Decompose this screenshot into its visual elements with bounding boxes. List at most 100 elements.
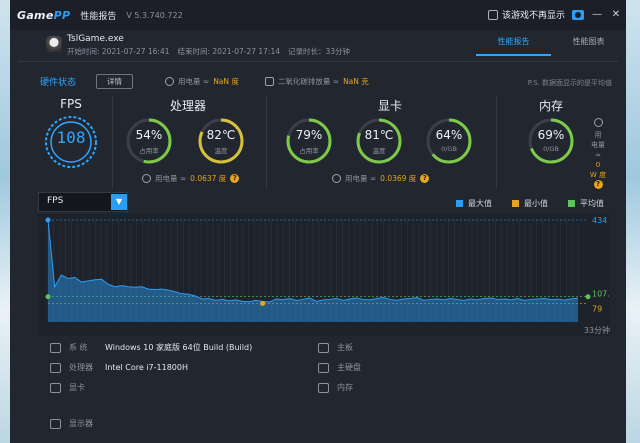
memory-power: 用 电量 ≈ 0 W 度 ? <box>586 118 610 189</box>
sys-gpu: 显卡 <box>50 382 105 393</box>
cpu-power-icon <box>142 174 151 183</box>
gpu-mem-value: 64% <box>435 128 463 142</box>
sys-ram: 内存 <box>318 382 373 393</box>
app-logo: GamePP <box>17 8 71 22</box>
game-icon <box>46 36 62 52</box>
legend-avg: 平均值 <box>568 198 604 209</box>
gpu-usage-ring: 79% 占用率 <box>284 116 334 166</box>
gpu-temp-label: 温度 <box>372 147 386 155</box>
separator-2 <box>266 96 267 188</box>
memory-power-icon <box>593 118 603 127</box>
version-label: V 5.3.740.722 <box>126 10 183 20</box>
end-time: 结束时间: 2021-07-27 17:14 <box>177 47 281 56</box>
hide-game-checkbox[interactable] <box>487 9 498 20</box>
sys-disk: 主硬盘 <box>318 362 373 373</box>
gpu-temp-value: 81℃ <box>364 128 394 142</box>
gpu-temp-ring: 81℃ 温度 <box>354 116 404 166</box>
gpu-title: 显卡 <box>377 99 402 113</box>
co2-emission: 二氧化碳排放量 ≈ NaN 克 <box>264 76 369 87</box>
cpu-usage-value: 54% <box>135 128 163 142</box>
legend-max: 最大值 <box>456 198 492 209</box>
session-times: 开始时间: 2021-07-27 16:41 结束时间: 2021-07-27 … <box>67 46 350 57</box>
cpu-icon <box>50 362 61 373</box>
fps-title: FPS <box>60 97 82 111</box>
gpu-power-value: 0.0369 度 <box>380 174 417 183</box>
cpu-value: Intel Core i7-11800H <box>105 363 188 372</box>
game-exe-name: TslGame.exe <box>67 34 124 44</box>
cpu-usage-ring: 54% 占用率 <box>124 116 174 166</box>
gauge-icon <box>165 77 175 86</box>
chart-legend: 最大值 最小值 平均值 <box>456 198 604 209</box>
cpu-temp-ring: 82℃ 温度 <box>196 116 246 166</box>
fps-line-chart: 434 107.54 79 33分钟 <box>38 214 610 336</box>
title-bar: GamePP 性能报告 V 5.3.740.722 该游戏不再显示 — ✕ <box>10 0 626 30</box>
start-time: 开始时间: 2021-07-27 16:41 <box>67 47 170 56</box>
cpu-usage-label: 占用率 <box>139 147 159 155</box>
window-title: 性能报告 <box>80 11 117 22</box>
ps-note: P.S. 数据面显示的是平均值 <box>527 79 612 87</box>
memory-usage-label: 0/GB <box>543 145 559 153</box>
sys-os: 系 统 Windows 10 家庭版 64位 Build (Build) <box>50 342 252 353</box>
metric-select[interactable]: FPS ▼ <box>38 192 128 212</box>
avg-value-label: 107.54 <box>592 290 610 299</box>
fps-ring: 108 <box>43 114 99 170</box>
metric-select-value: FPS <box>47 196 64 206</box>
legend-min: 最小值 <box>512 198 548 209</box>
gpu-mem-label: 0/GB <box>441 145 457 153</box>
camera-icon[interactable] <box>572 9 584 20</box>
total-power: 用电量 ≈ NaN 度 <box>165 76 239 87</box>
gpu-icon <box>50 382 61 393</box>
memory-power-help-icon[interactable]: ? <box>593 180 603 189</box>
gpu-usage-label: 占用率 <box>299 147 319 155</box>
sys-board: 主板 <box>318 342 373 353</box>
cpu-power-help-icon[interactable]: ? <box>230 174 240 183</box>
gpu-power: 用电量 ≈ 0.0369 度 ? <box>332 173 430 184</box>
memory-title: 内存 <box>538 99 563 113</box>
report-window: GamePP 性能报告 V 5.3.740.722 该游戏不再显示 — ✕ Ts… <box>10 0 626 443</box>
monitor-icon <box>50 418 61 429</box>
minimize-icon[interactable]: — <box>591 9 603 20</box>
close-icon[interactable]: ✕ <box>610 9 622 20</box>
min-value-label: 79 <box>592 304 602 313</box>
cpu-power-value: 0.0637 度 <box>190 174 227 183</box>
cpu-power: 用电量 ≈ 0.0637 度 ? <box>142 173 240 184</box>
tab-performance-report[interactable]: 性能报告 <box>476 30 551 56</box>
x-end-label: 33分钟 <box>584 325 610 335</box>
sys-monitor: 显示器 <box>50 418 105 429</box>
fps-value: 108 <box>56 128 86 147</box>
gpu-usage-value: 79% <box>295 128 323 142</box>
separator-1 <box>112 96 113 188</box>
duration: 记录时长：33分钟 <box>288 47 351 56</box>
gpu-mem-ring: 64% 0/GB <box>424 116 474 166</box>
total-power-value: NaN 度 <box>213 77 239 86</box>
gpu-power-icon <box>332 174 341 183</box>
max-point <box>45 217 51 223</box>
fps-chart-panel: FPS ▼ 最大值 最小值 平均值 434 107.54 79 33分钟 <box>38 192 610 336</box>
ram-icon <box>318 382 329 393</box>
hardware-status-row: 硬件状态 详情 用电量 ≈ NaN 度 二氧化碳排放量 ≈ NaN 克 <box>40 74 369 89</box>
detail-button[interactable]: 详情 <box>96 74 134 89</box>
windows-icon <box>50 342 61 353</box>
hide-game-label: 该游戏不再显示 <box>501 11 565 21</box>
header-divider <box>18 61 618 62</box>
cpu-temp-value: 82℃ <box>206 128 236 142</box>
hardware-status-title: 硬件状态 <box>40 78 77 88</box>
memory-usage-value: 69% <box>537 128 565 142</box>
co2-value: NaN 克 <box>343 77 369 86</box>
cpu-title: 处理器 <box>169 99 206 113</box>
co2-icon <box>264 77 274 86</box>
sys-cpu: 处理器 Intel Core i7-11800H <box>50 362 188 373</box>
memory-usage-ring: 69% 0/GB <box>526 116 576 166</box>
os-value: Windows 10 家庭版 64位 Build (Build) <box>105 343 253 352</box>
cpu-temp-label: 温度 <box>214 147 228 155</box>
report-tabs: 性能报告 性能图表 <box>476 30 626 56</box>
separator-3 <box>496 96 497 188</box>
tab-performance-chart[interactable]: 性能图表 <box>551 30 626 56</box>
min-point <box>260 300 266 306</box>
chevron-down-icon[interactable]: ▼ <box>111 194 127 210</box>
gpu-power-help-icon[interactable]: ? <box>420 174 430 183</box>
avg-point-end <box>585 294 591 300</box>
avg-point-start <box>45 294 51 300</box>
max-value-label: 434 <box>592 216 607 225</box>
disk-icon <box>318 362 329 373</box>
